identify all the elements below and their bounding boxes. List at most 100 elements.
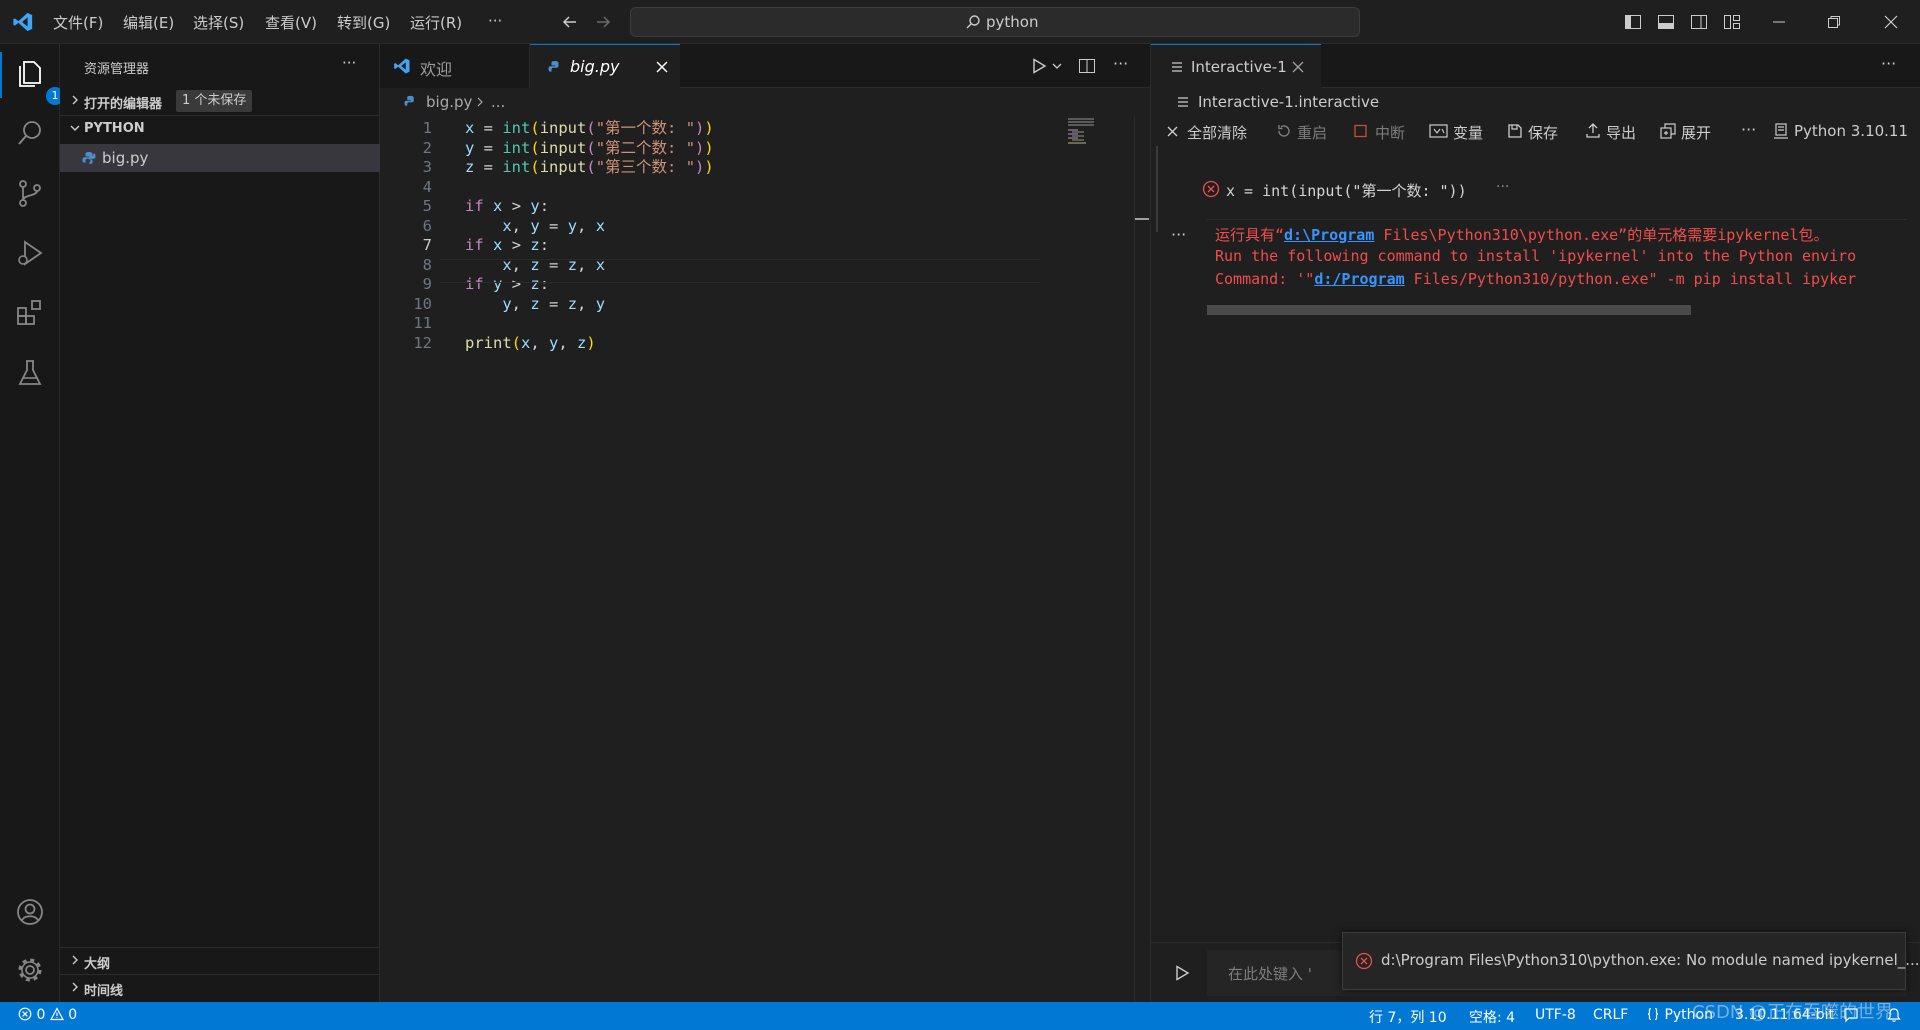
- editor-tab-bar: 欢迎 big.py ···: [380, 44, 1150, 88]
- customize-layout-icon[interactable]: [1723, 13, 1741, 31]
- status-bar: 0 0 行 7，列 10 空格: 4 UTF-8 CRLF Python 3.1…: [0, 1002, 1920, 1030]
- search-icon[interactable]: [14, 117, 46, 149]
- toggle-panel-icon[interactable]: [1657, 13, 1675, 31]
- code-token: if: [465, 236, 484, 254]
- explorer-icon[interactable]: 1: [14, 57, 64, 105]
- tab-big-py[interactable]: big.py: [530, 44, 680, 88]
- code-token: x: [465, 119, 475, 137]
- run-python-icon[interactable]: [1030, 57, 1048, 75]
- close-tab-icon[interactable]: [654, 59, 670, 75]
- editor-scrollbar[interactable]: [1134, 116, 1150, 1002]
- code-token: z: [567, 294, 578, 313]
- menu-more[interactable]: ···: [488, 12, 502, 30]
- interactive-file-label[interactable]: Interactive-1.interactive: [1198, 93, 1379, 111]
- code-token: >: [502, 236, 531, 254]
- code-token: ): [695, 119, 705, 137]
- kernel-server-icon: [1772, 122, 1790, 140]
- editor-more-actions-button[interactable]: ···: [1113, 54, 1128, 73]
- menu-edit[interactable]: 编辑(E): [123, 12, 174, 33]
- code-token: ): [695, 138, 705, 157]
- tab-welcome[interactable]: 欢迎: [380, 44, 530, 88]
- code-editor[interactable]: 1x = int(input("第一个数: ")) 2 y = int(input(…: [380, 116, 1134, 1002]
- testing-flask-icon[interactable]: [14, 357, 46, 389]
- code-token: >: [502, 197, 531, 215]
- settings-gear-icon[interactable]: [14, 954, 46, 986]
- restore-icon[interactable]: [1825, 13, 1843, 31]
- output-more-button[interactable]: ···: [1171, 225, 1186, 244]
- code-token: (: [530, 138, 540, 157]
- close-tab-icon[interactable]: [1291, 60, 1305, 74]
- open-editors-section[interactable]: 打开的编辑器 1 个未保存: [60, 88, 380, 114]
- warning-icon: [49, 1007, 64, 1021]
- menu-view[interactable]: 查看(V): [265, 12, 317, 33]
- split-editor-icon[interactable]: [1078, 57, 1096, 75]
- menu-file[interactable]: 文件(F): [53, 12, 103, 33]
- code-token: y: [567, 216, 578, 235]
- back-arrow-icon[interactable]: [561, 13, 579, 31]
- interactive-more-actions-button[interactable]: ···: [1881, 54, 1896, 73]
- code-token: =: [474, 158, 503, 176]
- open-editors-label: 打开的编辑器: [84, 97, 163, 112]
- accounts-icon[interactable]: [14, 896, 46, 928]
- interpreter-path-link[interactable]: d:/Program: [1314, 270, 1404, 288]
- code-token: (: [586, 119, 596, 137]
- outline-section[interactable]: 大纲: [60, 948, 380, 974]
- menu-go[interactable]: 转到(G): [337, 12, 390, 33]
- save-icon: [1506, 122, 1524, 140]
- error-notification[interactable]: d:\Program Files\Python310\python.exe: N…: [1342, 932, 1920, 990]
- tab-interactive-1[interactable]: Interactive-1: [1151, 44, 1321, 88]
- file-item-big-py[interactable]: big.py: [60, 144, 380, 172]
- indentation-status[interactable]: 空格: 4: [1469, 1007, 1515, 1027]
- close-window-icon[interactable]: [1882, 13, 1900, 31]
- run-cell-icon[interactable]: [1173, 964, 1191, 982]
- problems-status[interactable]: 0 0: [18, 1007, 77, 1023]
- folder-section-python[interactable]: PYTHON: [60, 116, 380, 142]
- error-line-1: 运行具有“d:\Program Files\Python310\python.e…: [1215, 226, 1829, 244]
- code-token: (: [511, 333, 522, 352]
- forward-arrow-icon[interactable]: [594, 13, 612, 31]
- code-token: =: [474, 119, 503, 137]
- file-label: big.py: [102, 149, 149, 167]
- extensions-icon[interactable]: [14, 297, 46, 329]
- cell-input[interactable]: x = int(input("第一个数: ")) ···: [1201, 178, 1901, 204]
- timeline-section[interactable]: 时间线: [60, 975, 380, 1001]
- error-circle-icon: [1202, 180, 1220, 198]
- chevron-right-icon: [68, 92, 82, 108]
- code-token: ): [704, 119, 714, 137]
- menu-run[interactable]: 运行(R): [410, 12, 462, 33]
- code-token: input: [539, 138, 587, 157]
- code-token: y: [465, 138, 475, 157]
- code-token: ): [695, 158, 705, 176]
- code-token: (: [530, 119, 540, 137]
- sidebar-more-button[interactable]: ···: [342, 54, 356, 72]
- error-line-2: Run the following command to install 'ip…: [1215, 247, 1857, 265]
- toggle-primary-sidebar-icon[interactable]: [1624, 13, 1642, 31]
- toggle-secondary-sidebar-icon[interactable]: [1690, 13, 1708, 31]
- encoding-status[interactable]: UTF-8: [1535, 1007, 1576, 1023]
- menu-selection[interactable]: 选择(S): [193, 12, 244, 33]
- error-circle-icon: [1355, 952, 1373, 970]
- code-token: int: [502, 138, 531, 157]
- cell-collapsed-more[interactable]: ···: [1496, 179, 1509, 195]
- code-token: print: [465, 333, 512, 352]
- tab-label: 欢迎: [420, 60, 453, 79]
- eol-status[interactable]: CRLF: [1593, 1007, 1628, 1023]
- chevron-right-icon: [475, 95, 485, 109]
- python-file-icon: [82, 151, 96, 165]
- breadcrumb-file[interactable]: big.py: [426, 93, 472, 111]
- cursor-position[interactable]: 行 7，列 10: [1369, 1007, 1447, 1027]
- command-center-search[interactable]: python: [630, 7, 1360, 37]
- toolbar-more-button[interactable]: ···: [1741, 120, 1756, 139]
- run-debug-icon[interactable]: [14, 237, 46, 269]
- minimize-icon[interactable]: [1770, 13, 1788, 31]
- breadcrumb-symbol[interactable]: ...: [491, 93, 505, 111]
- source-control-icon[interactable]: [14, 177, 46, 209]
- interpreter-path-link[interactable]: d:\Program: [1284, 226, 1374, 244]
- code-line: 12 print(x, y, z): [380, 331, 1080, 355]
- export-icon: [1584, 122, 1602, 140]
- chevron-down-icon[interactable]: [1051, 59, 1063, 73]
- line-number: 12: [413, 333, 432, 352]
- output-horizontal-scrollbar[interactable]: [1207, 305, 1691, 315]
